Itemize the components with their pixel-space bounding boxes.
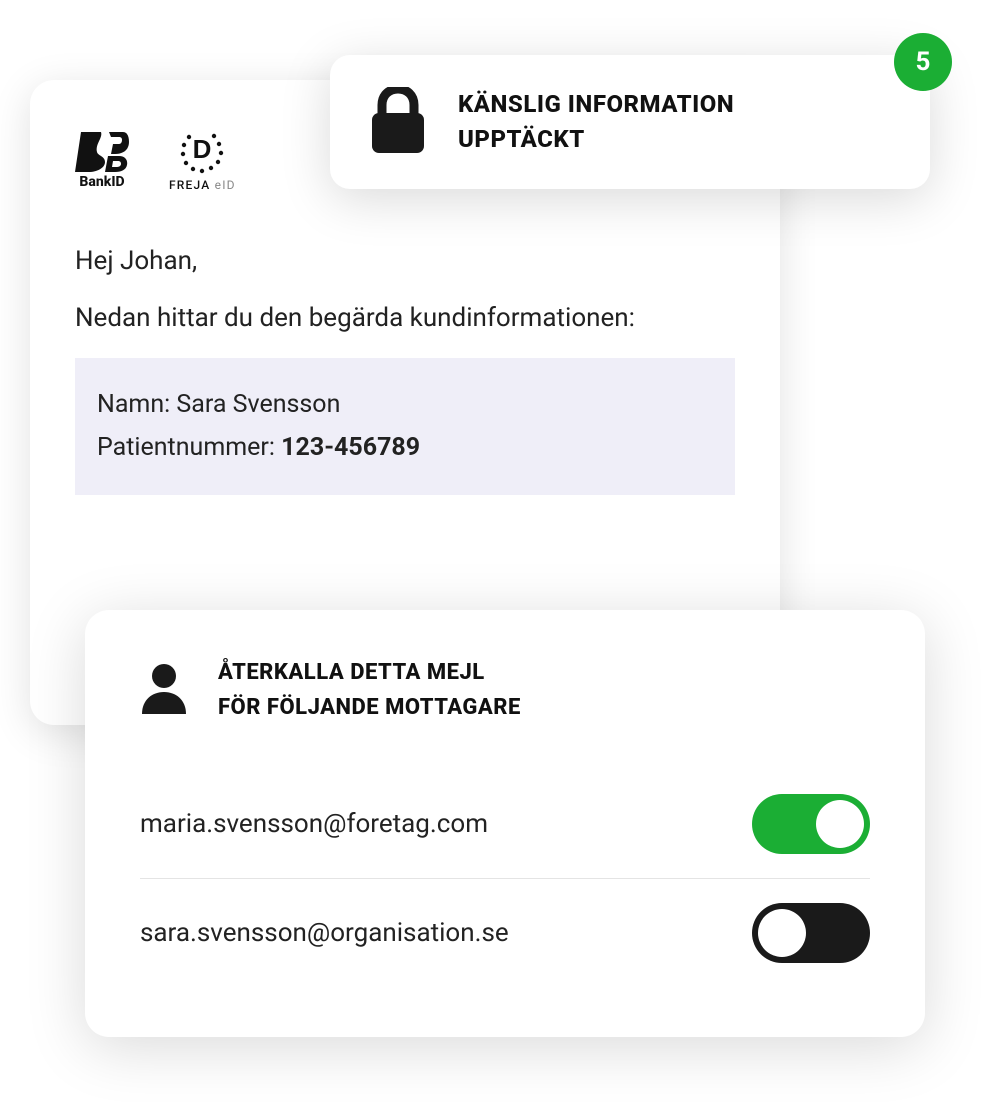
freja-label: FREJA eID (169, 178, 236, 192)
svg-text:D: D (193, 134, 212, 164)
recipient-email: sara.svensson@organisation.se (140, 918, 509, 948)
alert-text: KÄNSLIG INFORMATION UPPTÄCKT (458, 87, 734, 157)
info-name-line: Namn: Sara Svensson (97, 384, 713, 427)
bankid-label: BankID (79, 174, 124, 190)
patientnum-label: Patientnummer: (97, 433, 275, 462)
bankid-icon (75, 132, 129, 172)
recall-toggle-off[interactable] (752, 903, 870, 963)
sensitive-info-box: Namn: Sara Svensson Patientnummer: 123-4… (75, 358, 735, 495)
name-label: Namn: (97, 390, 170, 419)
freja-logo: D FREJA eID (169, 130, 236, 192)
recall-header: ÅTERKALLA DETTA MEJL FÖR FÖLJANDE MOTTAG… (140, 655, 870, 725)
sensitive-alert-card: KÄNSLIG INFORMATION UPPTÄCKT 5 (330, 55, 930, 189)
bankid-logo: BankID (75, 132, 129, 190)
recall-title-line1: ÅTERKALLA DETTA MEJL (218, 655, 521, 690)
patientnum-value: 123-456789 (281, 433, 420, 462)
name-value: Sara Svensson (176, 390, 340, 419)
recipient-email: maria.svensson@foretag.com (140, 809, 488, 839)
alert-count-badge: 5 (894, 33, 952, 91)
recall-title: ÅTERKALLA DETTA MEJL FÖR FÖLJANDE MOTTAG… (218, 655, 521, 725)
recipient-row: maria.svensson@foretag.com (140, 770, 870, 878)
recall-card: ÅTERKALLA DETTA MEJL FÖR FÖLJANDE MOTTAG… (85, 610, 925, 1037)
alert-line2: UPPTÄCKT (458, 122, 734, 157)
email-body: Hej Johan, Nedan hittar du den begärda k… (75, 242, 735, 495)
email-intro: Nedan hittar du den begärda kundinformat… (75, 299, 735, 338)
toggle-knob (758, 909, 806, 957)
lock-icon (370, 87, 426, 157)
toggle-knob (816, 800, 864, 848)
email-greeting: Hej Johan, (75, 242, 735, 281)
person-icon (140, 662, 188, 718)
info-patientnum-line: Patientnummer: 123-456789 (97, 427, 713, 470)
recall-title-line2: FÖR FÖLJANDE MOTTAGARE (218, 690, 521, 725)
freja-icon: D (178, 130, 226, 174)
recipient-row: sara.svensson@organisation.se (140, 879, 870, 987)
alert-line1: KÄNSLIG INFORMATION (458, 87, 734, 122)
recall-toggle-on[interactable] (752, 794, 870, 854)
